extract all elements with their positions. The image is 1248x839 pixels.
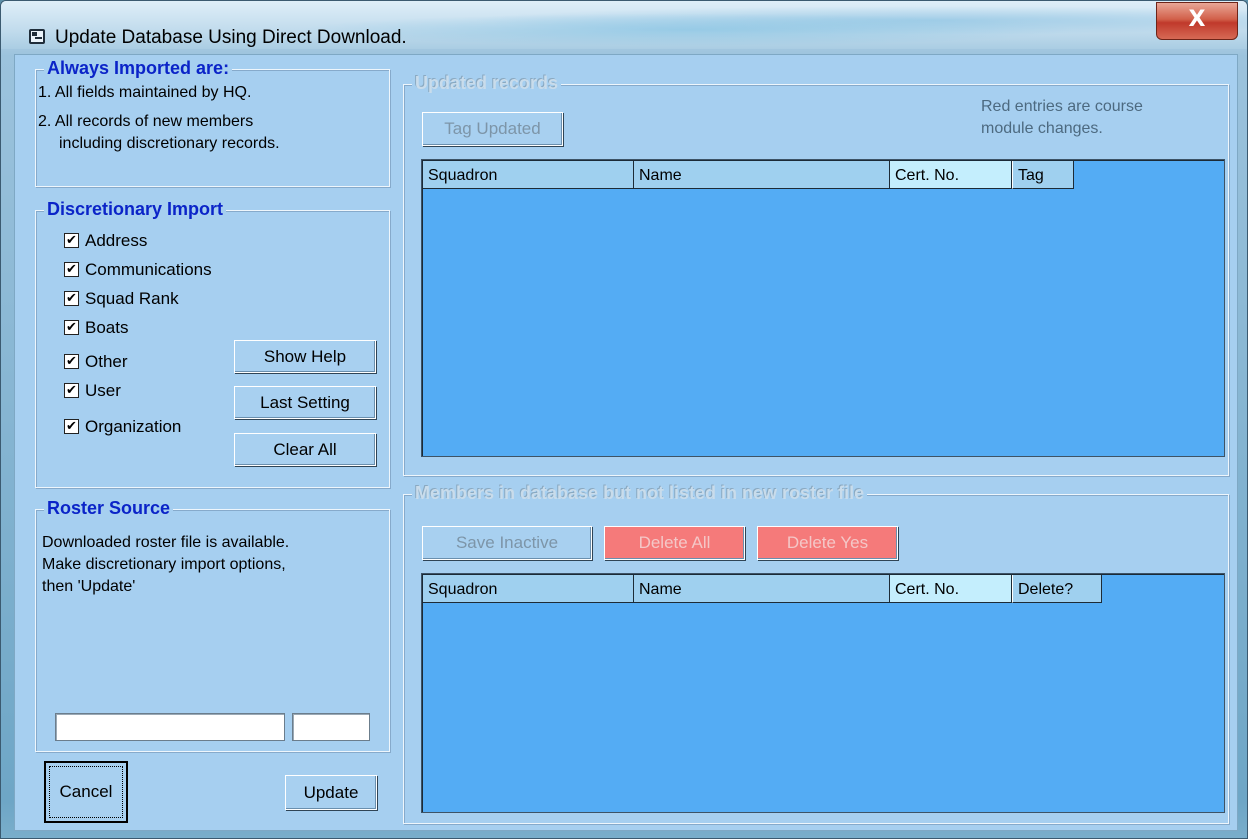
roster-file-field[interactable] (55, 713, 285, 741)
checkbox-label: Other (85, 352, 128, 371)
dialog-window: Update Database Using Direct Download. X… (0, 0, 1248, 839)
column-header-name[interactable]: Name (634, 575, 890, 603)
column-header-name[interactable]: Name (634, 161, 890, 189)
always-imported-legend: Always Imported are: (44, 58, 233, 79)
delete-yes-button[interactable]: Delete Yes (757, 526, 898, 560)
always-imported-line-3: including discretionary records. (59, 135, 280, 152)
checkbox-label: Squad Rank (85, 289, 179, 308)
update-button[interactable]: Update (285, 775, 377, 810)
roster-count-field[interactable] (292, 713, 370, 741)
tag-updated-button[interactable]: Tag Updated (422, 112, 563, 146)
always-imported-line-2: 2. All records of new members (38, 113, 254, 130)
roster-status-line-2: Make discretionary import options, (42, 556, 286, 573)
course-change-note-2: module changes. (981, 120, 1103, 137)
column-header-tag[interactable]: Tag (1012, 161, 1074, 189)
check-icon[interactable]: ✔ (64, 419, 79, 434)
checkbox-label: Boats (85, 318, 129, 337)
always-imported-group: Always Imported are: 1. All fields maint… (35, 58, 390, 187)
dialog-client-area: Always Imported are: 1. All fields maint… (14, 54, 1238, 831)
roster-source-legend: Roster Source (44, 498, 174, 519)
check-icon[interactable]: ✔ (64, 354, 79, 369)
updated-records-legend: Updated records (412, 73, 562, 94)
roster-status-line-3: then 'Update' (42, 578, 136, 595)
clear-all-button[interactable]: Clear All (234, 433, 376, 466)
column-header-squadron[interactable]: Squadron (423, 575, 634, 603)
updated-records-grid[interactable]: Squadron Name Cert. No. Tag (421, 159, 1225, 457)
app-window-icon (29, 29, 45, 44)
missing-members-grid[interactable]: Squadron Name Cert. No. Delete? (421, 573, 1225, 813)
column-header-cert-no[interactable]: Cert. No. (890, 575, 1012, 603)
checkbox-label: Organization (85, 417, 182, 436)
checkbox-label: User (85, 381, 121, 400)
missing-members-legend: Members in database but not listed in ne… (412, 483, 868, 504)
delete-all-button[interactable]: Delete All (604, 526, 745, 560)
column-header-delete[interactable]: Delete? (1012, 575, 1102, 603)
column-header-cert-no[interactable]: Cert. No. (890, 161, 1012, 189)
check-icon[interactable]: ✔ (64, 262, 79, 277)
check-icon[interactable]: ✔ (64, 233, 79, 248)
checkbox-label: Address (85, 231, 148, 250)
last-setting-button[interactable]: Last Setting (234, 386, 376, 419)
always-imported-line-1: 1. All fields maintained by HQ. (38, 84, 252, 101)
column-header-squadron[interactable]: Squadron (423, 161, 634, 189)
roster-status-line-1: Downloaded roster file is available. (42, 534, 290, 551)
discretionary-import-legend: Discretionary Import (44, 199, 227, 220)
show-help-button[interactable]: Show Help (234, 340, 376, 373)
checkbox-label: Communications (85, 260, 212, 279)
course-change-note-1: Red entries are course (981, 98, 1143, 115)
window-title: Update Database Using Direct Download. (55, 27, 407, 48)
close-button[interactable]: X (1156, 2, 1238, 40)
check-icon[interactable]: ✔ (64, 291, 79, 306)
save-inactive-button[interactable]: Save Inactive (422, 526, 592, 560)
check-icon[interactable]: ✔ (64, 383, 79, 398)
cancel-button[interactable]: Cancel (44, 761, 128, 823)
check-icon[interactable]: ✔ (64, 320, 79, 335)
title-bar[interactable]: Update Database Using Direct Download. X (1, 1, 1247, 49)
